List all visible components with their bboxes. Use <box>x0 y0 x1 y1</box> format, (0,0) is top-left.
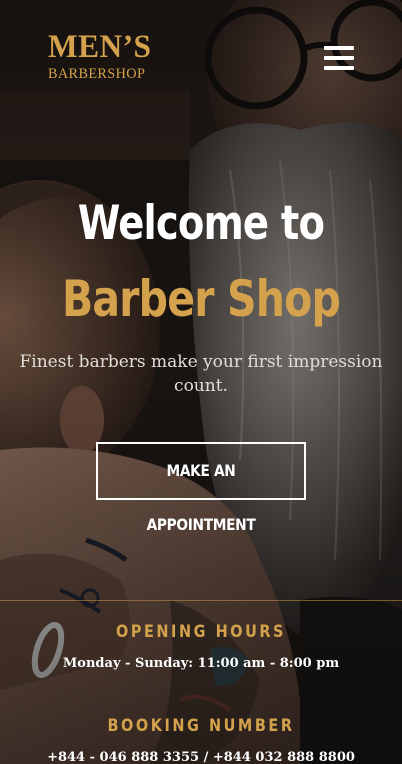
menu-bar <box>324 66 354 70</box>
menu-bar <box>324 46 354 50</box>
make-appointment-button[interactable]: MAKE AN APPOINTMENT <box>96 442 306 534</box>
make-appointment-label: MAKE AN APPOINTMENT <box>146 461 256 534</box>
logo-wordmark: MEN’S <box>48 29 152 65</box>
opening-hours-heading: OPENING HOURS <box>116 622 286 642</box>
brand-logo[interactable]: MEN’S BARBERSHOP <box>48 30 157 83</box>
hero-title-line-2: Barber Shop <box>61 270 341 328</box>
booking-number-heading: BOOKING NUMBER <box>107 716 295 736</box>
hero-title-line-1: Welcome to <box>77 196 325 251</box>
hero-tagline: Finest barbers make your first impressio… <box>19 352 383 396</box>
logo-subtitle: BARBERSHOP <box>48 66 146 82</box>
section-divider <box>0 600 402 601</box>
opening-hours-value: Monday - Sunday: 11:00 am - 8:00 pm <box>62 656 340 671</box>
menu-bar <box>324 56 354 60</box>
hamburger-menu-icon[interactable] <box>324 46 354 72</box>
booking-number-value[interactable]: +844 - 046 888 3355 / +844 032 888 8800 <box>0 750 402 764</box>
page: MEN’S BARBERSHOP Welcome to Barber Shop … <box>0 0 402 764</box>
